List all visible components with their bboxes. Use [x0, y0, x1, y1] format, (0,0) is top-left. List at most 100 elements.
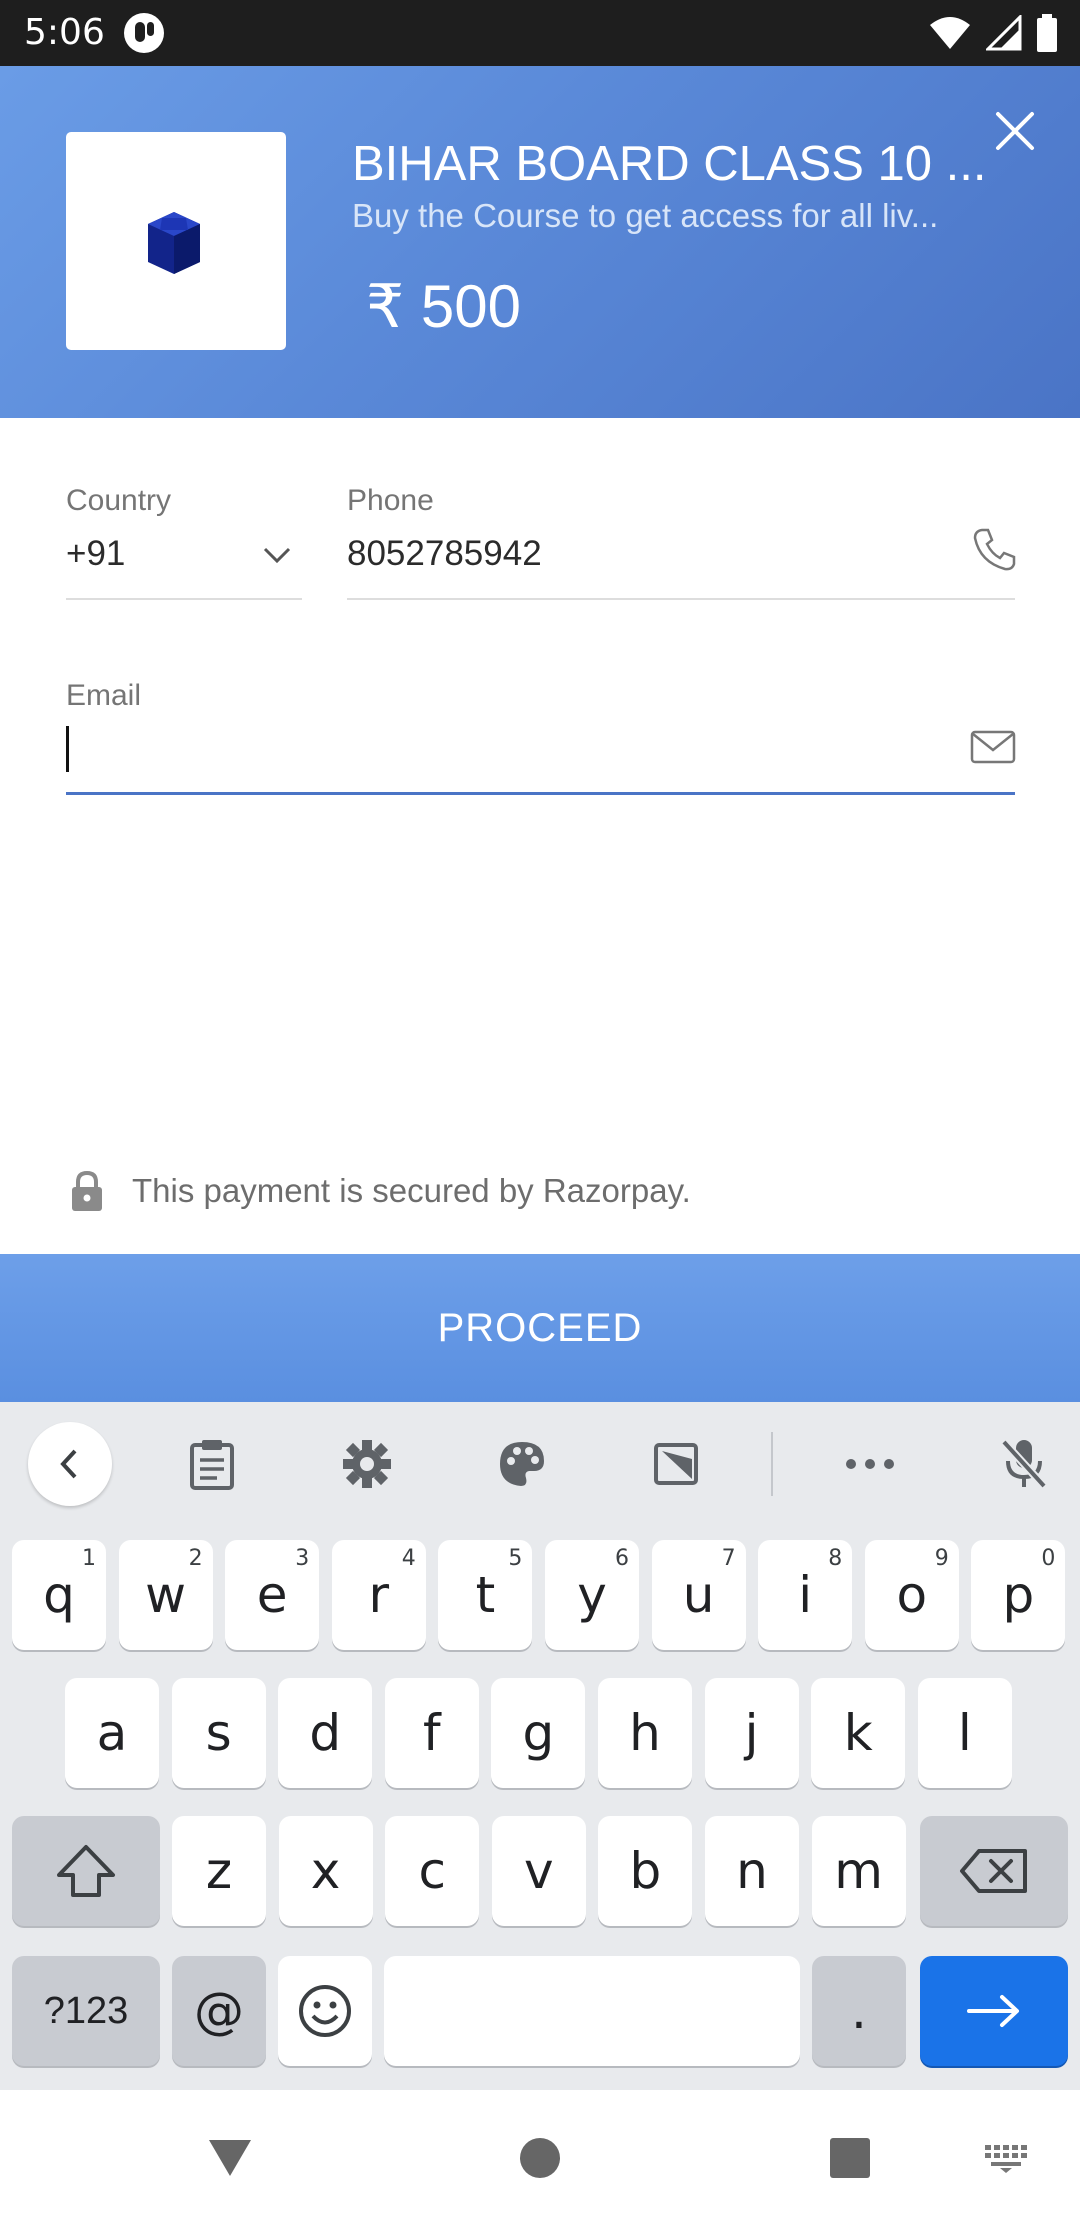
key-label: s	[205, 1704, 232, 1762]
key-j[interactable]: j	[704, 1678, 799, 1788]
key-label: f	[422, 1704, 441, 1762]
nav-home-button[interactable]	[510, 2128, 570, 2188]
key-t[interactable]: t5	[438, 1540, 533, 1650]
enter-key[interactable]	[920, 1956, 1068, 2066]
email-underline	[66, 792, 1015, 795]
key-u[interactable]: u7	[651, 1540, 746, 1650]
key-hint: 0	[1041, 1546, 1056, 1571]
checkout-header: BIHAR BOARD CLASS 10 ... Buy the Course …	[0, 66, 1080, 418]
proceed-button[interactable]: PROCEED	[0, 1254, 1080, 1402]
key-g[interactable]: g	[491, 1678, 586, 1788]
country-underline	[66, 598, 302, 600]
key-hint: 4	[401, 1546, 416, 1571]
key-p[interactable]: p0	[971, 1540, 1066, 1650]
key-r[interactable]: r4	[331, 1540, 426, 1650]
notification-icon	[124, 13, 164, 53]
key-hint: 2	[188, 1546, 203, 1571]
country-code-select[interactable]: +91	[66, 534, 125, 574]
crop-button[interactable]	[635, 1422, 719, 1506]
key-label: t	[475, 1566, 496, 1624]
key-d[interactable]: d	[278, 1678, 373, 1788]
backspace-key[interactable]	[920, 1816, 1068, 1926]
clipboard-icon	[190, 1440, 234, 1490]
toolbar-back-button[interactable]	[28, 1422, 112, 1506]
keyboard-switch-button[interactable]	[976, 2128, 1036, 2188]
key-q[interactable]: q1	[12, 1540, 106, 1650]
key-l[interactable]: l	[917, 1678, 1012, 1788]
key-c[interactable]: c	[385, 1816, 480, 1926]
period-key[interactable]: .	[812, 1956, 906, 2066]
key-hint: 3	[295, 1546, 310, 1571]
nav-recents-icon	[830, 2138, 870, 2178]
close-button[interactable]	[990, 106, 1040, 156]
key-n[interactable]: n	[705, 1816, 799, 1926]
key-hint: 6	[615, 1546, 629, 1571]
lock-icon	[72, 1170, 102, 1211]
key-label: r	[368, 1566, 390, 1624]
key-a[interactable]: a	[65, 1678, 159, 1788]
key-x[interactable]: x	[278, 1816, 373, 1926]
space-key[interactable]	[384, 1956, 800, 2066]
phone-label: Phone	[347, 484, 434, 517]
key-hint: 7	[721, 1546, 736, 1571]
emoji-key[interactable]	[278, 1956, 372, 2066]
key-label: b	[629, 1842, 662, 1900]
at-key[interactable]: @	[172, 1956, 266, 2066]
key-hint: 8	[828, 1546, 843, 1571]
merchant-logo	[66, 132, 286, 350]
backspace-icon	[960, 1849, 1027, 1893]
signal-icon	[986, 15, 1022, 51]
settings-button[interactable]	[325, 1422, 409, 1506]
key-e[interactable]: e3	[225, 1540, 320, 1650]
emoji-icon	[299, 1985, 351, 2037]
theme-button[interactable]	[480, 1422, 564, 1506]
nav-recents-button[interactable]	[820, 2128, 880, 2188]
key-f[interactable]: f	[384, 1678, 479, 1788]
navigation-bar	[0, 2090, 1080, 2220]
status-bar: 5:06	[0, 0, 1080, 66]
key-hint: 1	[82, 1546, 96, 1571]
keyboard-switch-icon	[985, 2145, 1027, 2173]
key-m[interactable]: m	[811, 1816, 906, 1926]
key-label: v	[524, 1842, 554, 1900]
system-icons	[928, 14, 1058, 52]
phone-icon	[973, 528, 1016, 571]
phone-field[interactable]: 8052785942	[347, 534, 542, 574]
secure-text: This payment is secured by Razorpay.	[132, 1172, 691, 1209]
key-label: h	[629, 1704, 661, 1762]
key-label: y	[577, 1566, 607, 1624]
key-h[interactable]: h	[598, 1678, 692, 1788]
key-label: u	[682, 1566, 715, 1624]
key-k[interactable]: k	[811, 1678, 906, 1788]
key-label: g	[522, 1704, 555, 1762]
key-hint: 5	[508, 1546, 523, 1571]
more-dots-icon	[846, 1459, 894, 1469]
keyboard: q1w2e3r4t5y6u7i8o9p0 asdfghjkl zxcvbnm ?…	[0, 1402, 1080, 2090]
mic-button[interactable]	[982, 1422, 1066, 1506]
email-field[interactable]	[66, 716, 946, 776]
key-label: m	[834, 1842, 883, 1900]
key-hint: 9	[934, 1546, 949, 1571]
key-label: d	[309, 1704, 342, 1762]
key-z[interactable]: z	[172, 1816, 266, 1926]
course-title: BIHAR BOARD CLASS 10 ...	[352, 137, 987, 191]
key-w[interactable]: w2	[118, 1540, 213, 1650]
key-b[interactable]: b	[598, 1816, 693, 1926]
key-v[interactable]: v	[491, 1816, 586, 1926]
key-y[interactable]: y6	[545, 1540, 639, 1650]
key-s[interactable]: s	[171, 1678, 266, 1788]
nav-back-button[interactable]	[200, 2128, 260, 2188]
mail-icon	[970, 730, 1016, 764]
key-i[interactable]: i8	[758, 1540, 853, 1650]
clipboard-button[interactable]	[170, 1422, 254, 1506]
key-o[interactable]: o9	[864, 1540, 959, 1650]
key-label: o	[896, 1566, 928, 1624]
symbols-key[interactable]: ?123	[12, 1956, 160, 2066]
chevron-down-icon[interactable]	[262, 544, 292, 566]
status-time: 5:06	[24, 12, 105, 53]
settings-gear-icon	[343, 1440, 391, 1488]
country-label: Country	[66, 484, 172, 517]
more-button[interactable]	[828, 1422, 912, 1506]
nav-home-icon	[520, 2138, 560, 2178]
shift-key[interactable]	[12, 1816, 160, 1926]
